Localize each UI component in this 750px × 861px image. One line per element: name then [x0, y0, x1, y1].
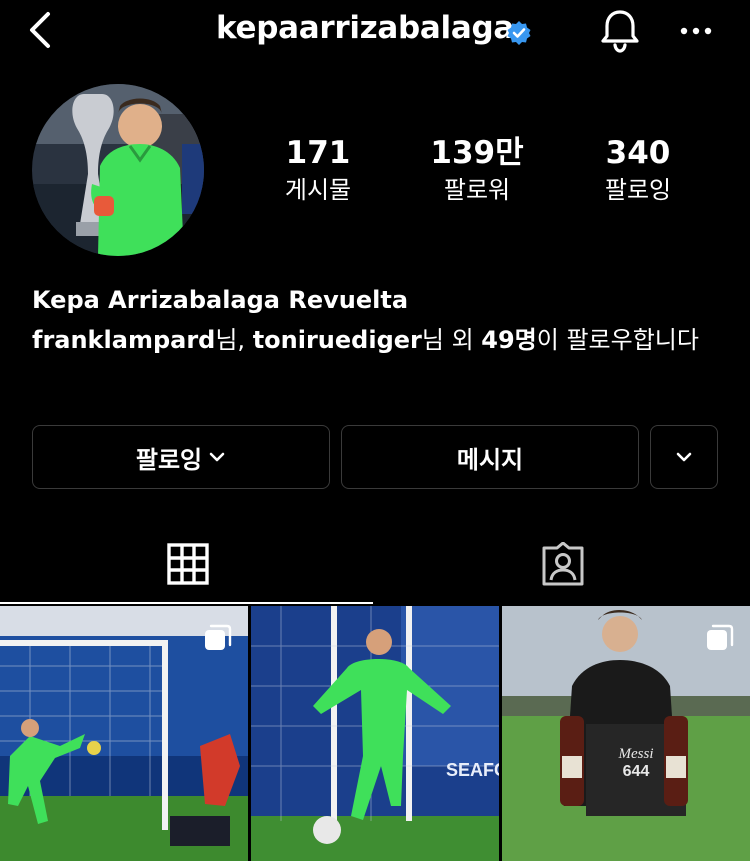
following-count: 340 — [605, 135, 671, 171]
svg-text:SEAFG: SEAFG — [446, 760, 499, 780]
posts-label: 게시물 — [284, 176, 352, 204]
following-label: 팔로잉 — [604, 176, 672, 204]
profile-tabs — [0, 524, 750, 604]
chevron-left-icon[interactable] — [24, 8, 64, 52]
profile-username: kepaarrizabalaga — [216, 10, 514, 46]
verified-badge-icon — [507, 21, 531, 45]
tagged-person-icon — [542, 542, 583, 586]
profile-avatar[interactable] — [32, 84, 204, 256]
tab-tagged[interactable] — [375, 524, 750, 604]
post-tile[interactable]: Messi 644 — [502, 606, 750, 861]
follower-link-1[interactable]: franklampard — [32, 326, 215, 354]
posts-grid: SEAFG Messi 644 — [0, 606, 750, 861]
post-tile[interactable]: SEAFG — [251, 606, 499, 861]
following-button[interactable]: 팔로잉 — [32, 425, 330, 489]
bell-icon[interactable] — [598, 8, 642, 54]
stat-followers[interactable]: 139만 팔로워 — [407, 134, 547, 206]
tab-posts-grid[interactable] — [0, 524, 375, 604]
followers-label: 팔로워 — [443, 176, 511, 204]
stat-posts[interactable]: 171 게시물 — [248, 134, 388, 206]
post-thumbnail: SEAFG — [251, 606, 499, 861]
suggested-accounts-button[interactable] — [650, 425, 718, 489]
multiple-posts-icon — [707, 624, 734, 650]
follower-link-2[interactable]: toniruediger — [253, 326, 422, 354]
followed-by-text[interactable]: franklampard님, toniruediger님 외 49명이 팔로우합… — [32, 322, 722, 358]
message-button-label: 메시지 — [456, 445, 524, 474]
post-tile[interactable] — [0, 606, 248, 861]
followed-by-suffix-3: 이 팔로우합니다 — [536, 326, 699, 354]
message-button[interactable]: 메시지 — [341, 425, 639, 489]
active-tab-indicator — [0, 602, 373, 604]
posts-count: 171 — [285, 135, 351, 171]
grid-icon — [166, 543, 209, 585]
followers-count: 139만 — [430, 135, 524, 171]
avatar-photo — [32, 84, 204, 256]
followed-by-suffix-2: 님 외 — [421, 326, 482, 354]
bottle-box-title: Messi — [618, 746, 654, 762]
more-horizontal-icon[interactable] — [676, 14, 716, 48]
profile-full-name: Kepa Arrizabalaga Revuelta — [32, 286, 409, 314]
stat-following[interactable]: 340 팔로잉 — [568, 134, 708, 206]
followed-by-suffix-1: 님, — [215, 326, 253, 354]
followed-by-count[interactable]: 49명 — [481, 326, 536, 354]
top-bar: kepaarrizabalaga — [0, 0, 750, 64]
bottle-box-number: 644 — [623, 763, 650, 780]
chevron-down-icon — [676, 452, 692, 462]
chevron-down-icon — [209, 452, 225, 462]
following-button-label: 팔로잉 — [135, 445, 203, 474]
multiple-posts-icon — [205, 624, 232, 650]
